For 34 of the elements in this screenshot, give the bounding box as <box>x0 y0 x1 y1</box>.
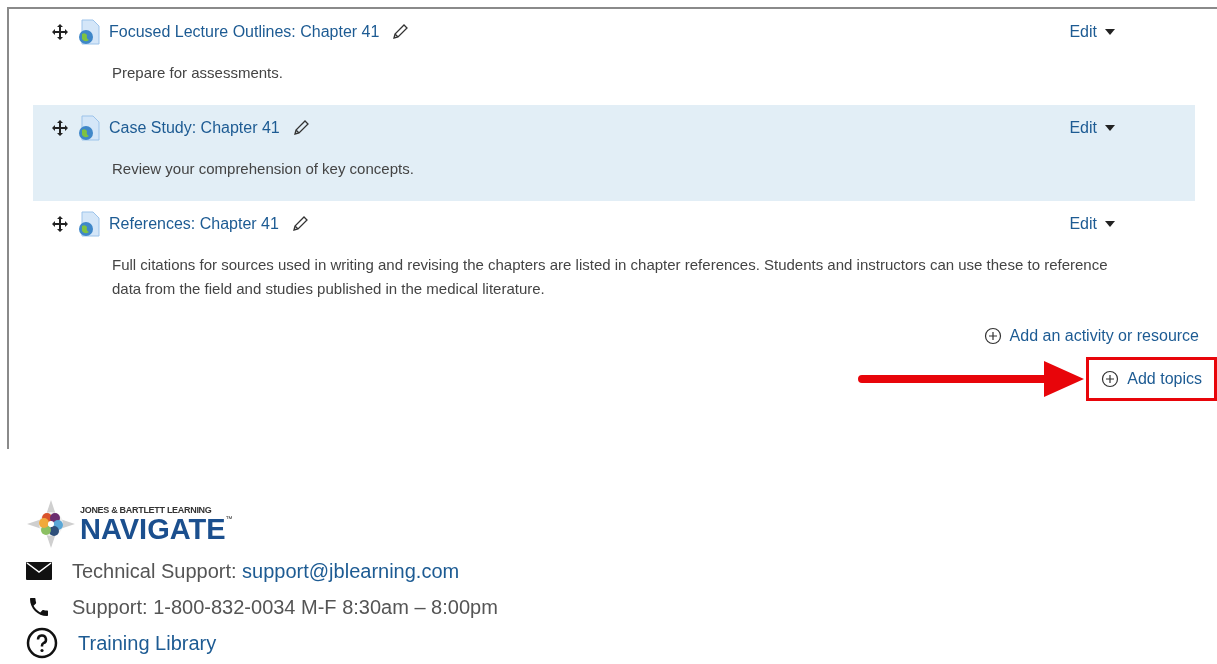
support-label: Technical Support: <box>72 559 237 582</box>
logo-publisher: JONES & BARTLETT LEARNING <box>80 505 213 515</box>
activity-link[interactable]: Case Study: Chapter 41 <box>109 119 280 137</box>
edit-menu[interactable]: Edit <box>1069 23 1115 41</box>
activity-description: Prepare for assessments. <box>112 63 284 83</box>
envelope-icon <box>26 562 52 580</box>
add-topics-link[interactable]: Add topics <box>1086 357 1217 401</box>
edit-menu[interactable]: Edit <box>1069 119 1115 137</box>
training-library-link[interactable]: Training Library <box>78 631 217 655</box>
activity-description: Full citations for sources used in writing and revising the chapters are listed in chapter references. Students and instructors can use these to reference data from the field and studies published in the medical literature. <box>112 255 1109 299</box>
web-page-icon <box>77 19 101 45</box>
pencil-icon[interactable] <box>291 119 310 137</box>
add-activity-link[interactable]: Add an activity or resource <box>983 327 1199 345</box>
email-link[interactable]: support@jblearning.com <box>242 559 460 582</box>
plus-icon <box>1101 370 1120 388</box>
caret-icon <box>1105 125 1115 131</box>
activity-link[interactable]: Focused Lecture Outlines: Chapter 41 <box>109 23 380 41</box>
web-page-icon <box>77 115 101 141</box>
logo-icon <box>26 499 76 549</box>
logo-wordmark: NAVIGATE <box>80 515 226 543</box>
activity-description: Review your comprehension of key concepts. <box>112 159 415 179</box>
help-icon <box>26 627 58 659</box>
pencil-icon[interactable] <box>391 23 410 41</box>
move-icon[interactable] <box>51 23 69 41</box>
caret-icon <box>1105 221 1115 227</box>
move-icon[interactable] <box>51 119 69 137</box>
pencil-icon[interactable] <box>290 215 309 233</box>
web-page-icon <box>77 211 101 237</box>
activity-link[interactable]: References: Chapter 41 <box>109 215 279 233</box>
edit-menu[interactable]: Edit <box>1069 215 1115 233</box>
move-icon[interactable] <box>51 215 69 233</box>
phone-support-text: Support: 1-800-832-0034 M-F 8:30am – 8:00pm <box>72 595 498 619</box>
plus-icon <box>983 327 1002 345</box>
caret-icon <box>1105 29 1115 35</box>
